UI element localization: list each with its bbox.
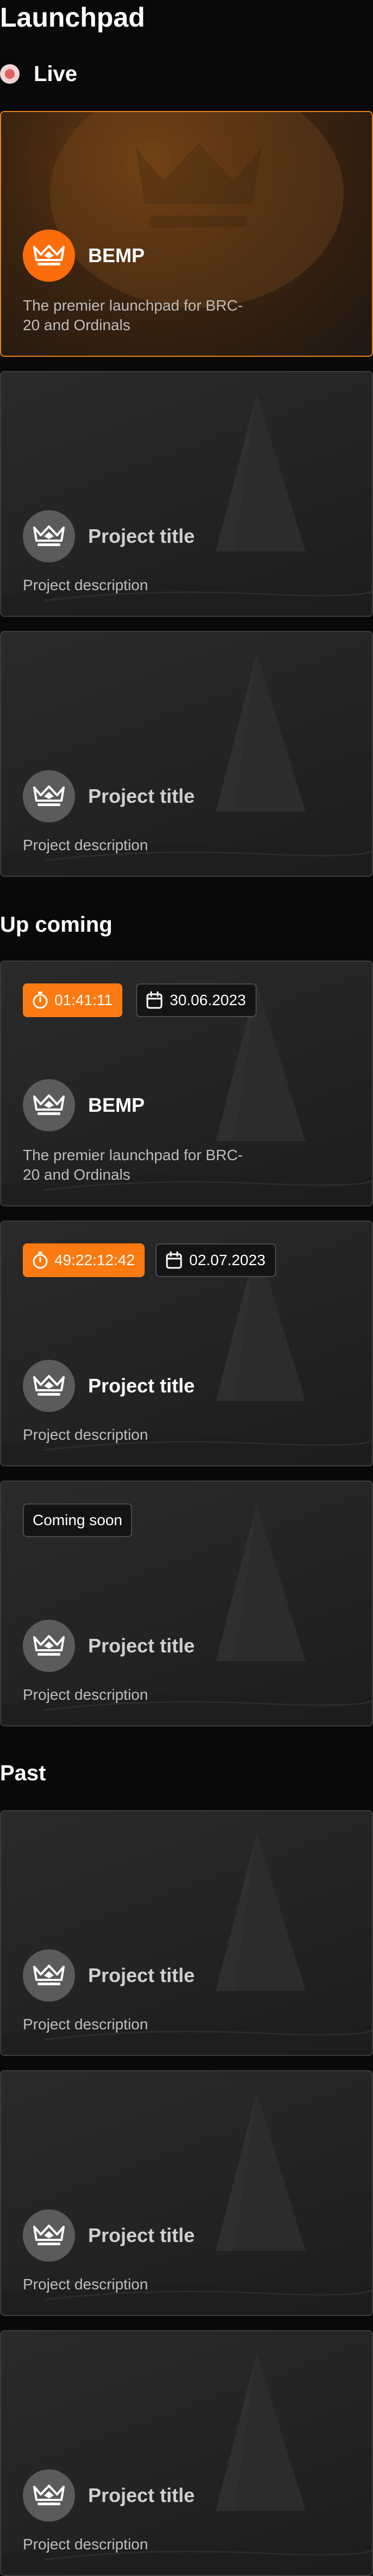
project-card[interactable]: Project title Project description — [0, 631, 373, 877]
calendar-icon — [166, 1251, 182, 1269]
live-indicator-icon — [0, 64, 20, 84]
crown-logo-icon — [23, 1949, 75, 2002]
card-title: Project title — [88, 785, 195, 807]
card-description: The premier launchpad for BRC-20 and Ord… — [23, 1147, 243, 1183]
date-value: 02.07.2023 — [189, 1252, 266, 1268]
card-title: BEMP — [88, 244, 145, 267]
bemp-logo-icon — [23, 1079, 75, 1131]
card-description: Project description — [23, 2276, 148, 2293]
project-card[interactable]: Coming soon Project title Project descri… — [0, 1481, 373, 1726]
card-description: Project description — [23, 1686, 148, 1703]
project-card-bemp-live[interactable]: BEMP The premier launchpad for BRC-20 an… — [0, 111, 373, 357]
card-title: Project title — [88, 1634, 195, 1657]
card-title: Project title — [88, 525, 195, 547]
date-badge: 02.07.2023 — [156, 1243, 277, 1277]
card-description: Project description — [23, 577, 148, 593]
section-title-past: Past — [0, 1761, 46, 1785]
calendar-icon — [146, 991, 163, 1009]
countdown-badge: 49:22:12:42 — [23, 1243, 145, 1277]
page-title: Launchpad — [0, 2, 145, 33]
project-card[interactable]: Project title Project description — [0, 2070, 373, 2316]
coming-soon-badge: Coming soon — [23, 1503, 132, 1537]
stopwatch-icon — [33, 1252, 48, 1269]
card-title: Project title — [88, 2484, 195, 2506]
project-card[interactable]: 49:22:12:42 02.07.2023 Project title Pro… — [0, 1221, 373, 1466]
date-badge: 30.06.2023 — [136, 983, 257, 1017]
card-title: Project title — [88, 1374, 195, 1397]
project-card[interactable]: Project title Project description — [0, 1810, 373, 2056]
project-card-bemp-upcoming[interactable]: 01:41:11 30.06.2023 BEMP The premier lau… — [0, 961, 373, 1206]
crown-logo-icon — [23, 510, 75, 562]
card-description: The premier launchpad for BRC-20 and Ord… — [23, 297, 243, 333]
section-title-live: Live — [34, 62, 78, 86]
crown-logo-icon — [23, 1620, 75, 1672]
card-description: Project description — [23, 1426, 148, 1443]
card-title: Project title — [88, 1964, 195, 1986]
card-description: Project description — [23, 837, 148, 853]
card-title: Project title — [88, 2224, 195, 2246]
bemp-logo-icon — [23, 230, 75, 282]
countdown-value: 01:41:11 — [54, 992, 113, 1008]
card-description: Project description — [23, 2016, 148, 2033]
date-value: 30.06.2023 — [170, 992, 246, 1008]
section-title-upcoming: Up coming — [0, 913, 113, 937]
project-card[interactable]: Project title Project description — [0, 371, 373, 617]
countdown-value: 49:22:12:42 — [54, 1252, 135, 1268]
crown-logo-icon — [23, 770, 75, 822]
stopwatch-icon — [33, 992, 48, 1009]
crown-logo-icon — [23, 2469, 75, 2522]
countdown-badge: 01:41:11 — [23, 983, 122, 1017]
crown-logo-icon — [23, 2209, 75, 2262]
crown-logo-icon — [23, 1360, 75, 1412]
card-title: BEMP — [88, 1094, 145, 1116]
project-card[interactable]: Project title Project description — [0, 2330, 373, 2576]
card-description: Project description — [23, 2536, 148, 2553]
